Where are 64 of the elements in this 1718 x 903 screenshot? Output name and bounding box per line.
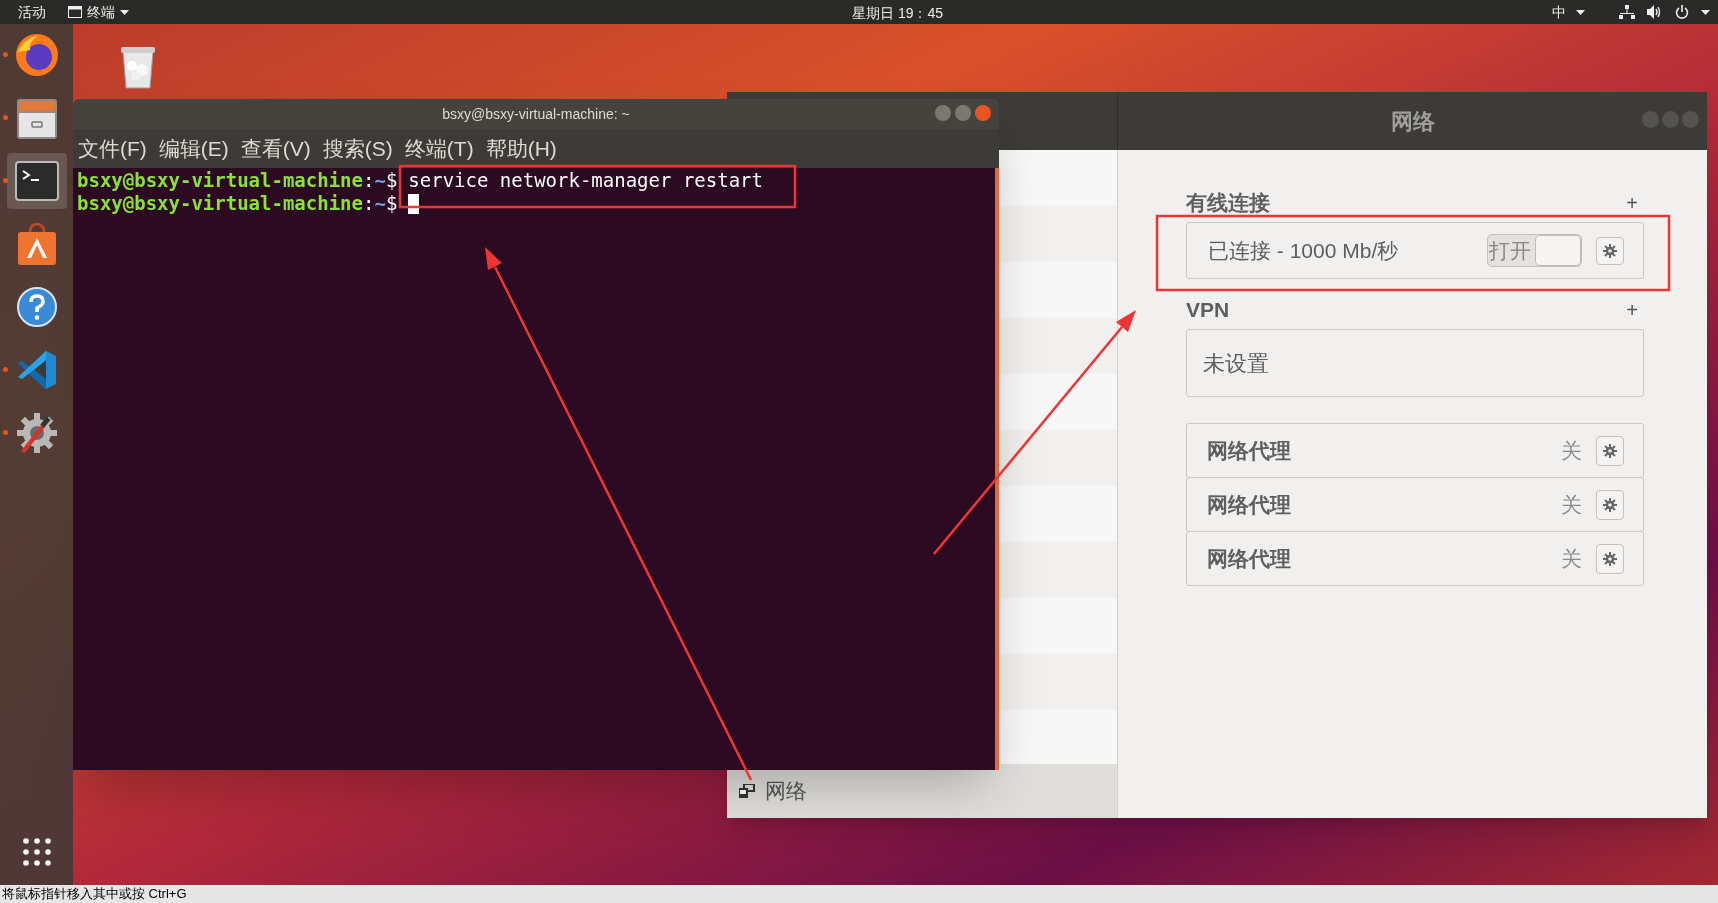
prompt-path: ~	[374, 169, 386, 192]
section-heading: 有线连接	[1186, 190, 1270, 217]
menu-item[interactable]: 文件(F)	[78, 132, 147, 165]
status-text: 将鼠标指针移入其中或按 Ctrl+G	[2, 886, 187, 902]
menu-item[interactable]: 查看(V)	[240, 132, 311, 165]
prompt-user: bsxy@bsxy-virtual-machine	[77, 192, 363, 215]
sidebar-item[interactable]: 网络	[727, 764, 1117, 818]
power-icon[interactable]	[1675, 5, 1689, 19]
proxy-status: 关	[1561, 491, 1582, 518]
gear-icon	[1603, 497, 1617, 512]
settings-button[interactable]	[1596, 543, 1624, 574]
settings-button[interactable]	[1596, 236, 1624, 265]
terminal-icon	[68, 6, 82, 18]
help-icon[interactable]	[15, 286, 58, 328]
dock-item[interactable]	[6, 153, 67, 209]
empty-label: 未设置	[1203, 349, 1269, 378]
gear-icon	[1603, 243, 1617, 258]
proxy-status: 关	[1561, 437, 1582, 464]
app-menu-label: 终端	[87, 2, 115, 22]
settings-button[interactable]	[1596, 489, 1624, 520]
gear-icon	[1603, 443, 1617, 458]
add-button[interactable]: +	[1620, 188, 1644, 218]
gear-screwdriver-icon[interactable]	[14, 411, 59, 455]
caret-icon	[1701, 9, 1710, 15]
proxy-label: 网络代理	[1207, 545, 1292, 572]
connection-status: 已连接 - 1000 Mb/秒	[1208, 237, 1400, 264]
proxy-row[interactable]: 网络代理 关	[1186, 531, 1644, 586]
menu-item[interactable]: 终端(T)	[404, 132, 474, 165]
wired-network-icon[interactable]	[1619, 5, 1635, 19]
caret-icon	[1576, 9, 1585, 15]
prompt-user: bsxy@bsxy-virtual-machine	[77, 169, 363, 192]
clock[interactable]: 星期日 19：45	[852, 3, 944, 24]
terminal-icon[interactable]	[14, 161, 59, 201]
section-heading: VPN	[1186, 297, 1230, 324]
menu-item[interactable]: 帮助(H)	[485, 132, 557, 165]
add-button[interactable]: +	[1620, 295, 1644, 325]
window-title: bsxy@bsxy-virtual-machine: ~	[442, 104, 630, 124]
prompt-sigil: $	[385, 169, 398, 192]
activities-button[interactable]: 活动	[18, 1, 68, 23]
app-grid-icon[interactable]	[21, 837, 52, 867]
network-icon	[739, 784, 755, 798]
settings-button[interactable]	[1596, 435, 1624, 466]
menu-item[interactable]: 编辑(E)	[158, 132, 229, 165]
sidebar-item-label: 网络	[765, 778, 807, 805]
proxy-status: 关	[1561, 545, 1582, 572]
close-button[interactable]	[975, 105, 991, 121]
gear-icon	[1603, 551, 1617, 566]
menu-item[interactable]: 搜索(S)	[322, 132, 393, 165]
input-method-indicator[interactable]: 中	[1552, 1, 1566, 23]
command-text: service network-manager restart	[408, 169, 763, 192]
volume-icon[interactable]	[1647, 5, 1663, 19]
prompt-separator: :	[363, 192, 375, 215]
proxy-row[interactable]: 网络代理 关	[1186, 423, 1644, 478]
proxy-label: 网络代理	[1207, 437, 1292, 464]
window-title: 网络	[1390, 107, 1435, 136]
prompt-separator: :	[363, 169, 375, 192]
proxy-row[interactable]: 网络代理 关	[1186, 477, 1644, 532]
browser-icon[interactable]	[13, 32, 60, 78]
proxy-label: 网络代理	[1207, 491, 1292, 518]
connection-row[interactable]: 已连接 - 1000 Mb/秒 打开	[1186, 222, 1644, 279]
prompt-sigil: $	[385, 192, 398, 215]
caret-icon	[120, 9, 129, 15]
prompt-path: ~	[374, 192, 386, 215]
trash-icon[interactable]	[120, 44, 156, 90]
